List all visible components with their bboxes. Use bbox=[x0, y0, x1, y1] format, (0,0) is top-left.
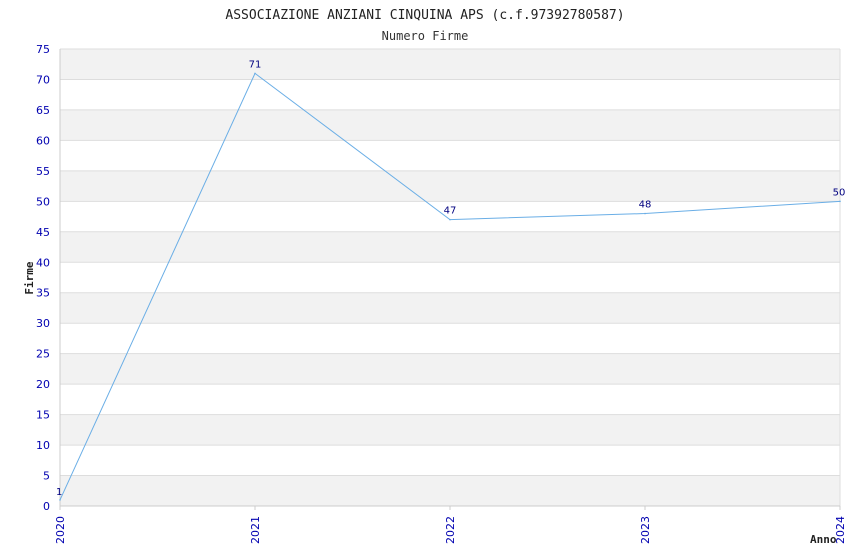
data-point bbox=[839, 200, 841, 203]
x-axis-label: Anno bbox=[810, 533, 837, 546]
data-point bbox=[254, 72, 256, 75]
y-axis-ticks: 0 5 10 15 20 25 30 35 40 45 50 55 60 65 70 75 bbox=[36, 43, 50, 513]
y-tick-label: 55 bbox=[36, 165, 50, 178]
y-tick-label: 65 bbox=[36, 104, 50, 117]
data-label: 1 bbox=[56, 487, 62, 498]
y-tick-label: 0 bbox=[43, 500, 50, 513]
y-tick-label: 75 bbox=[36, 43, 50, 56]
grid-band bbox=[60, 353, 840, 385]
y-tick-label: 10 bbox=[36, 439, 50, 452]
y-tick-label: 50 bbox=[36, 195, 50, 208]
data-label: 48 bbox=[639, 200, 652, 211]
grid-band bbox=[60, 109, 840, 141]
x-tick-label: 2023 bbox=[639, 516, 652, 544]
y-tick-label: 40 bbox=[36, 256, 50, 269]
y-tick-label: 20 bbox=[36, 378, 50, 391]
grid-band bbox=[60, 170, 840, 202]
line-chart: ASSOCIAZIONE ANZIANI CINQUINA APS (c.f.9… bbox=[23, 8, 847, 546]
y-tick-label: 30 bbox=[36, 317, 50, 330]
data-point bbox=[449, 218, 451, 221]
data-label: 47 bbox=[444, 206, 457, 217]
grid-bands bbox=[60, 49, 840, 506]
data-label: 50 bbox=[833, 187, 846, 198]
chart-subtitle: Numero Firme bbox=[382, 29, 469, 43]
chart-title: ASSOCIAZIONE ANZIANI CINQUINA APS (c.f.9… bbox=[225, 8, 624, 23]
y-axis-label: Firme bbox=[23, 261, 36, 294]
grid-band bbox=[60, 475, 840, 506]
grid-band bbox=[60, 49, 840, 80]
y-tick-label: 45 bbox=[36, 226, 50, 239]
x-axis-ticks: 2020 2021 2022 2023 2024 bbox=[54, 506, 847, 544]
data-label: 71 bbox=[249, 59, 262, 70]
data-point bbox=[59, 499, 61, 501]
y-tick-label: 15 bbox=[36, 409, 50, 422]
x-tick-label: 2022 bbox=[444, 516, 457, 544]
grid-band bbox=[60, 231, 840, 263]
x-tick-label: 2021 bbox=[249, 516, 262, 544]
x-tick-label: 2020 bbox=[54, 516, 67, 544]
data-point bbox=[644, 212, 646, 215]
grid-band bbox=[60, 292, 840, 324]
grid-band bbox=[60, 414, 840, 446]
y-tick-label: 60 bbox=[36, 134, 50, 147]
y-tick-label: 35 bbox=[36, 287, 50, 300]
y-tick-label: 25 bbox=[36, 348, 50, 361]
y-tick-label: 5 bbox=[43, 470, 50, 483]
y-tick-label: 70 bbox=[36, 73, 50, 86]
